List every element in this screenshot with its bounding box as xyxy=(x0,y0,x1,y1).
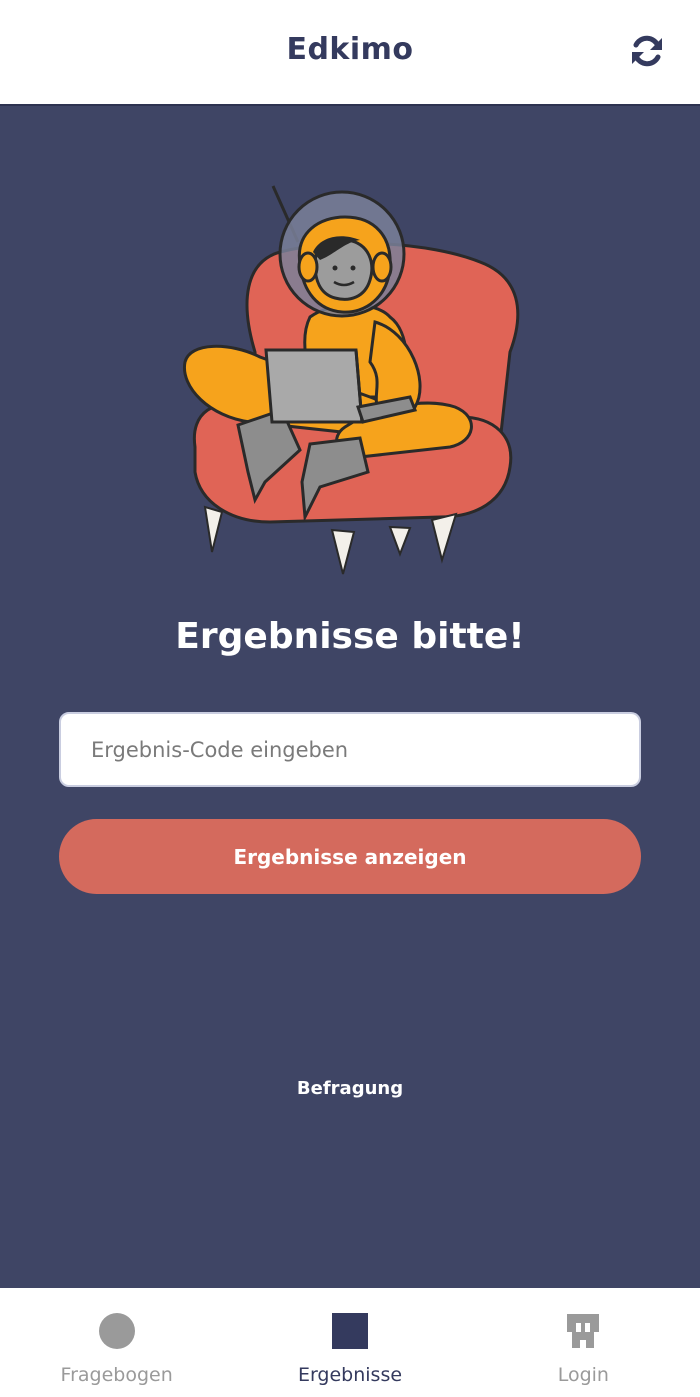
circle-icon xyxy=(98,1312,136,1350)
app-title: Edkimo xyxy=(286,32,414,67)
bottom-navigation: Fragebogen Ergebnisse Login xyxy=(0,1288,700,1397)
survey-link[interactable]: Befragung xyxy=(0,1078,700,1099)
page-heading: Ergebnisse bitte! xyxy=(175,616,525,657)
square-icon xyxy=(331,1312,369,1350)
nav-label-login: Login xyxy=(557,1364,609,1386)
nav-item-fragebogen[interactable]: Fragebogen xyxy=(0,1288,233,1397)
results-screen: Ergebnisse bitte! Ergebnisse anzeigen Be… xyxy=(0,106,700,1288)
refresh-icon xyxy=(632,35,662,67)
app-header: Edkimo xyxy=(0,0,700,106)
nav-item-login[interactable]: Login xyxy=(467,1288,700,1397)
result-code-input[interactable] xyxy=(59,712,641,787)
refresh-button[interactable] xyxy=(624,28,670,74)
astronaut-illustration xyxy=(182,185,520,575)
nav-label-ergebnisse: Ergebnisse xyxy=(297,1364,403,1386)
show-results-button[interactable]: Ergebnisse anzeigen xyxy=(59,819,641,894)
pixel-invader-icon xyxy=(564,1312,602,1350)
nav-label-fragebogen: Fragebogen xyxy=(60,1364,173,1386)
nav-item-ergebnisse[interactable]: Ergebnisse xyxy=(233,1288,466,1397)
